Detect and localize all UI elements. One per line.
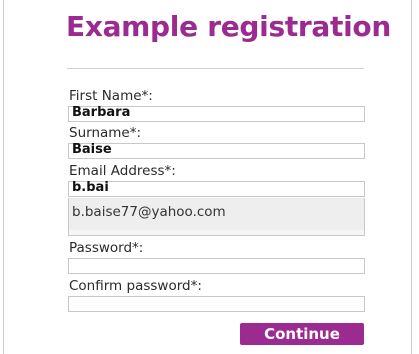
email-value: b.bai (72, 180, 109, 195)
email-suggestion-item[interactable]: b.baise77@yahoo.com (72, 204, 226, 220)
email-label: Email Address*: (69, 163, 176, 179)
first-name-value: Barbara (72, 105, 131, 120)
page-border-left (3, 0, 4, 354)
password-label: Password*: (69, 240, 144, 256)
surname-field[interactable]: Baise (68, 142, 365, 159)
email-autocomplete-footer (68, 230, 365, 236)
title-divider (67, 68, 364, 69)
first-name-label: First Name*: (69, 88, 153, 104)
email-field[interactable]: b.bai (68, 180, 365, 197)
confirm-password-label: Confirm password*: (69, 278, 202, 294)
email-autocomplete-dropdown: b.baise77@yahoo.com (68, 198, 365, 230)
surname-value: Baise (72, 142, 112, 157)
first-name-field[interactable]: Barbara (68, 105, 365, 122)
page-title: Example registration (66, 10, 391, 43)
surname-label: Surname*: (69, 125, 142, 141)
continue-button[interactable]: Continue (240, 323, 364, 345)
page-border-right (411, 0, 412, 354)
password-field[interactable] (68, 258, 365, 274)
confirm-password-field[interactable] (68, 296, 365, 312)
